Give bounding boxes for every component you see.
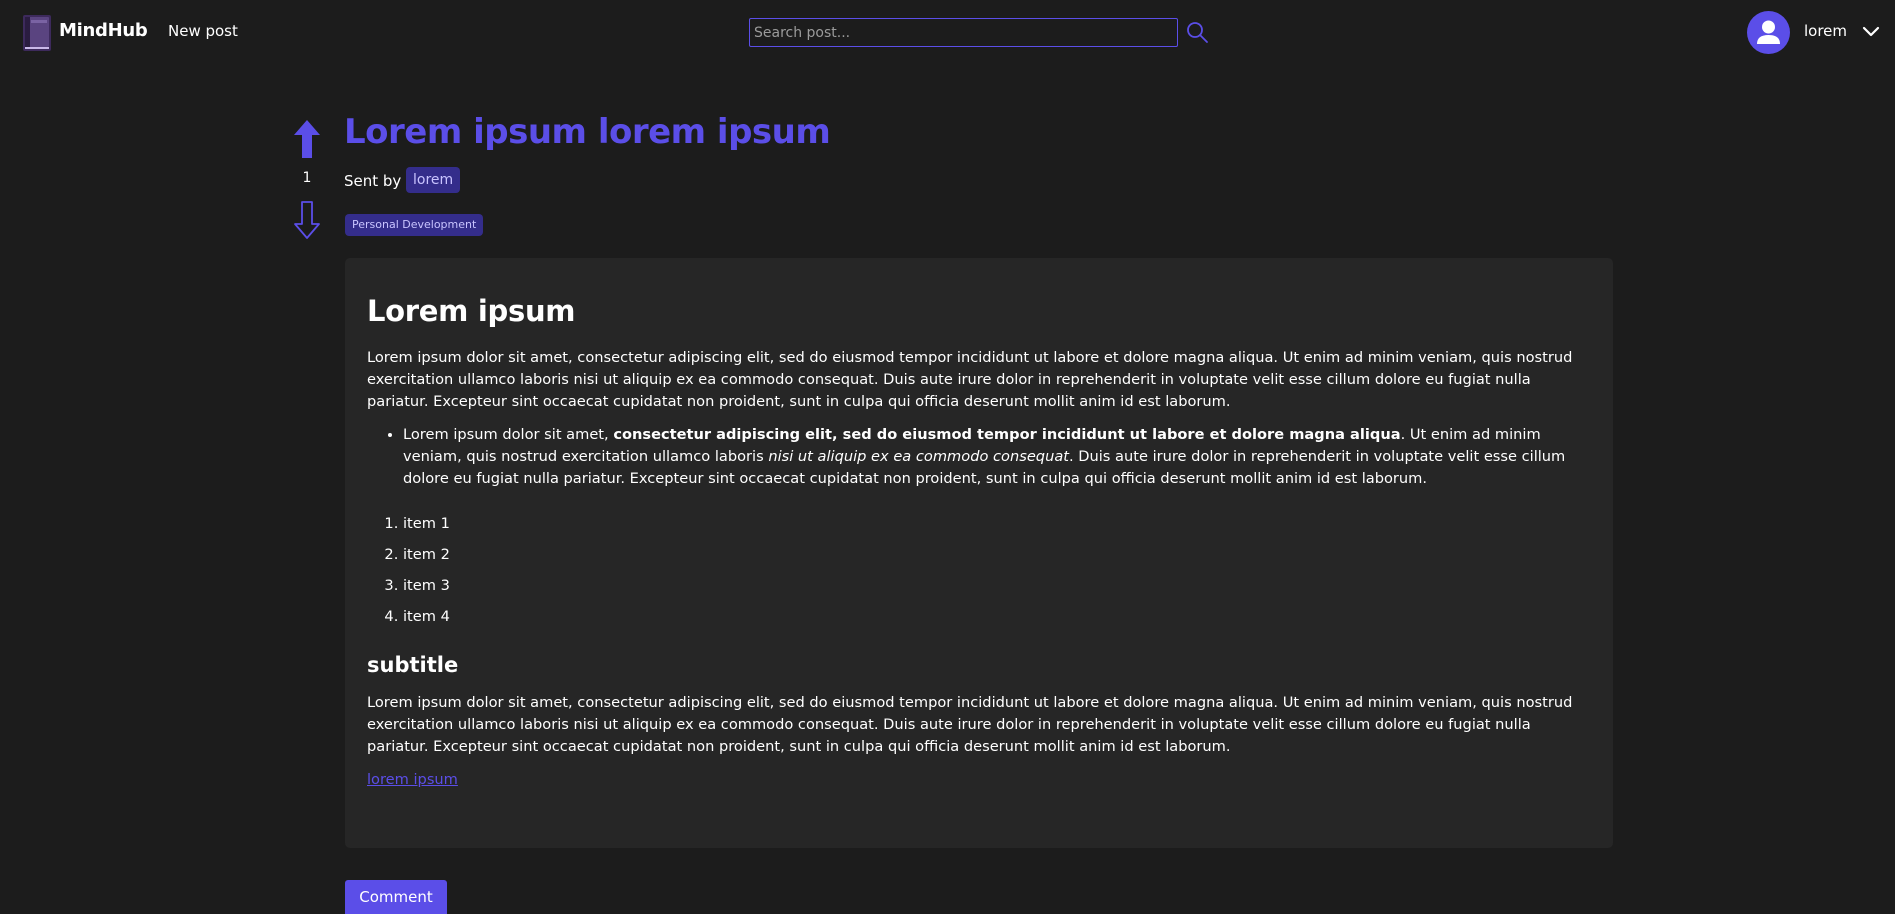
list-item: item 3	[403, 570, 1591, 601]
sent-by-label: Sent by	[344, 172, 402, 190]
content-heading: Lorem ipsum	[367, 294, 576, 328]
arrow-down-icon[interactable]	[292, 200, 322, 240]
numbered-list: item 1 item 2 item 3 item 4	[403, 508, 1591, 632]
author-badge[interactable]: lorem	[406, 167, 461, 193]
chevron-down-icon[interactable]	[1862, 23, 1880, 41]
book-logo-icon[interactable]	[22, 14, 52, 52]
bold-text: consectetur adipiscing elit, sed do eius…	[613, 425, 1401, 443]
comment-button[interactable]: Comment	[345, 880, 447, 914]
content-subtitle: subtitle	[367, 652, 459, 677]
brand-name[interactable]: MindHub	[59, 20, 148, 41]
bullet-item: Lorem ipsum dolor sit amet, consectetur …	[403, 424, 1591, 490]
top-nav: MindHub New post lorem	[0, 0, 1895, 64]
search-icon[interactable]	[1185, 20, 1209, 44]
post-title: Lorem ipsum lorem ipsum	[344, 112, 831, 152]
avatar[interactable]	[1747, 11, 1790, 54]
content-paragraph: Lorem ipsum dolor sit amet, consectetur …	[367, 348, 1573, 410]
arrow-up-icon[interactable]	[292, 118, 322, 160]
category-tag[interactable]: Personal Development	[345, 214, 484, 236]
user-icon	[1757, 20, 1780, 44]
content-paragraph: Lorem ipsum dolor sit amet, consectetur …	[367, 694, 1573, 756]
list-item: item 2	[403, 539, 1591, 570]
post-content: Lorem ipsum Lorem ipsum dolor sit amet, …	[345, 258, 1613, 848]
new-post-link[interactable]: New post	[168, 22, 238, 40]
list-item: item 4	[403, 601, 1591, 632]
content-link[interactable]: lorem ipsum	[367, 771, 458, 788]
bullet-text: Lorem ipsum dolor sit amet,	[403, 425, 614, 443]
username-label[interactable]: lorem	[1804, 22, 1847, 40]
bullet-list: Lorem ipsum dolor sit amet, consectetur …	[403, 424, 1591, 490]
vote-count: 1	[302, 170, 312, 186]
search-input[interactable]	[749, 18, 1178, 47]
italic-text: nisi ut aliquip ex ea commodo consequat	[768, 447, 1069, 465]
list-item: item 1	[403, 508, 1591, 539]
